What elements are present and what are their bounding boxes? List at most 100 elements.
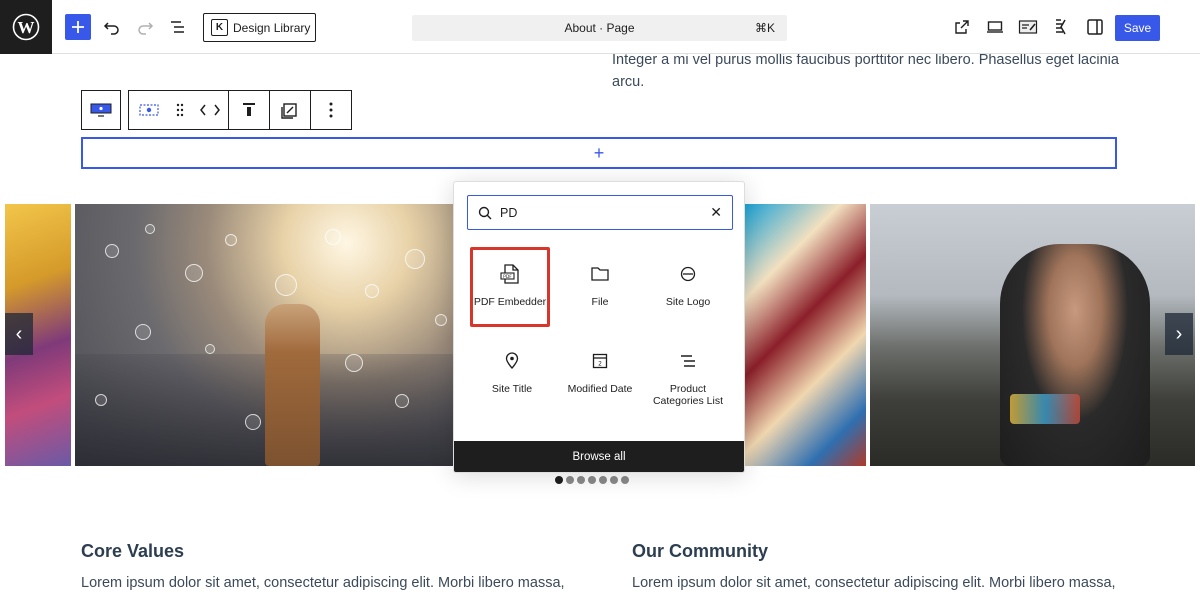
view-page-button[interactable] <box>949 14 975 40</box>
slider-dot[interactable] <box>610 476 618 484</box>
desktop-icon <box>987 21 1003 33</box>
slider-dot[interactable] <box>621 476 629 484</box>
vertical-align-button[interactable] <box>229 91 270 129</box>
block-type-button[interactable] <box>129 91 169 129</box>
svg-text:PDF: PDF <box>503 274 512 280</box>
block-item-site-logo[interactable]: Site Logo <box>648 250 728 330</box>
drag-handle-icon <box>176 103 184 117</box>
external-link-icon <box>955 20 969 34</box>
bubble-shape <box>105 244 119 258</box>
design-library-label: Design Library <box>233 20 311 35</box>
style-book-button[interactable] <box>1015 14 1041 40</box>
chevron-left-icon[interactable] <box>199 104 207 116</box>
move-buttons <box>191 91 229 129</box>
bubble-shape <box>135 324 151 340</box>
kadence-controls-button[interactable] <box>1049 14 1075 40</box>
drag-handle[interactable] <box>169 91 191 129</box>
block-item-product-categories-list[interactable]: Product Categories List <box>648 337 728 417</box>
wordpress-logo-button[interactable]: W <box>0 0 52 54</box>
bubble-shape <box>205 344 215 354</box>
bubble-shape <box>435 314 447 326</box>
site-logo-icon <box>679 262 697 286</box>
block-item-modified-date[interactable]: 2 Modified Date <box>560 337 640 417</box>
intro-paragraph[interactable]: Integer a mi vel purus mollis faucibus p… <box>612 49 1132 93</box>
block-options-button[interactable] <box>311 91 351 129</box>
command-palette-button[interactable]: About · Page ⌘K <box>412 15 787 41</box>
block-item-label: Site Logo <box>665 296 711 308</box>
bubble-shape <box>185 264 203 282</box>
block-item-pdf-embedder[interactable]: PDF PDF Embedder <box>470 247 550 327</box>
slide-image-musician <box>870 204 1195 466</box>
parent-block-selector[interactable] <box>81 90 121 130</box>
section-text-core-values[interactable]: Lorem ipsum dolor sit amet, consectetur … <box>81 575 565 591</box>
svg-text:W: W <box>18 18 35 37</box>
block-item-label: PDF Embedder <box>473 296 547 308</box>
plus-icon <box>72 21 84 33</box>
chevron-right-icon[interactable] <box>213 104 221 116</box>
image-edit-icon <box>281 103 297 119</box>
parent-block-button[interactable] <box>82 91 120 129</box>
calendar-icon: 2 <box>591 349 609 373</box>
editor-top-toolbar: W K Design Library About · Page ⌘K Save <box>0 0 1200 54</box>
browse-all-button[interactable]: Browse all <box>454 441 744 472</box>
block-toolbar <box>128 90 352 130</box>
slider-dot[interactable] <box>555 476 563 484</box>
save-button[interactable]: Save <box>1115 15 1160 41</box>
slide-image-bubbles <box>75 204 463 466</box>
block-inserter-toggle-button[interactable] <box>65 14 91 40</box>
search-input-value[interactable]: PD <box>500 206 517 220</box>
align-top-icon <box>243 103 255 116</box>
section-title-core-values[interactable]: Core Values <box>81 541 184 562</box>
document-title: About · Page <box>564 21 635 35</box>
person-shape <box>265 304 320 466</box>
design-library-button[interactable]: K Design Library <box>203 13 316 42</box>
block-item-label: File <box>591 296 609 308</box>
kadence-k-icon <box>1056 19 1066 35</box>
slider-dot[interactable] <box>577 476 585 484</box>
block-item-file[interactable]: File <box>560 250 640 330</box>
clear-search-icon[interactable]: ✕ <box>710 204 722 221</box>
map-marker-icon <box>504 349 520 373</box>
settings-sidebar-button[interactable] <box>1082 14 1108 40</box>
slider-dot[interactable] <box>599 476 607 484</box>
block-item-label: Site Title <box>491 383 533 395</box>
more-vertical-icon <box>329 102 333 118</box>
redo-button[interactable] <box>132 14 158 40</box>
block-appender-button[interactable]: + <box>81 137 1117 169</box>
slider-dot[interactable] <box>588 476 596 484</box>
folder-icon <box>590 262 610 286</box>
search-icon <box>478 206 492 219</box>
replace-media-button[interactable] <box>270 91 311 129</box>
bubble-shape <box>275 274 297 296</box>
list-view-icon <box>171 21 184 33</box>
wordpress-logo-icon: W <box>12 13 40 41</box>
block-item-site-title[interactable]: Site Title <box>472 337 552 417</box>
bubble-shape <box>245 414 261 430</box>
notebook-icon <box>1018 20 1038 34</box>
slider-dot[interactable] <box>566 476 574 484</box>
document-overview-button[interactable] <box>165 14 191 40</box>
bubble-shape <box>365 284 379 298</box>
device-preview-button[interactable] <box>982 14 1008 40</box>
section-title-our-community[interactable]: Our Community <box>632 541 768 562</box>
block-item-label: Product Categories List <box>652 383 724 407</box>
undo-button[interactable] <box>99 14 125 40</box>
kadence-icon: K <box>211 19 228 36</box>
block-search-field[interactable]: PD ✕ <box>467 195 733 230</box>
person-shape <box>1000 244 1150 466</box>
bubble-shape <box>405 249 425 269</box>
slider-pagination <box>555 476 629 484</box>
command-shortcut: ⌘K <box>754 21 775 35</box>
slider-prev-button[interactable]: ‹ <box>5 313 33 355</box>
slider-next-button[interactable]: › <box>1165 313 1193 355</box>
slider-block-icon <box>90 103 112 117</box>
bubble-shape <box>145 224 155 234</box>
bubble-shape <box>225 234 237 246</box>
section-text-our-community[interactable]: Lorem ipsum dolor sit amet, consectetur … <box>632 575 1116 591</box>
bubble-shape <box>345 354 363 372</box>
svg-text:2: 2 <box>598 361 602 368</box>
quick-inserter-popover: PD ✕ PDF PDF Embedder File Site Logo Sit… <box>453 181 745 473</box>
undo-icon <box>103 22 119 35</box>
sidebar-icon <box>1087 19 1103 35</box>
bubble-shape <box>395 394 409 408</box>
